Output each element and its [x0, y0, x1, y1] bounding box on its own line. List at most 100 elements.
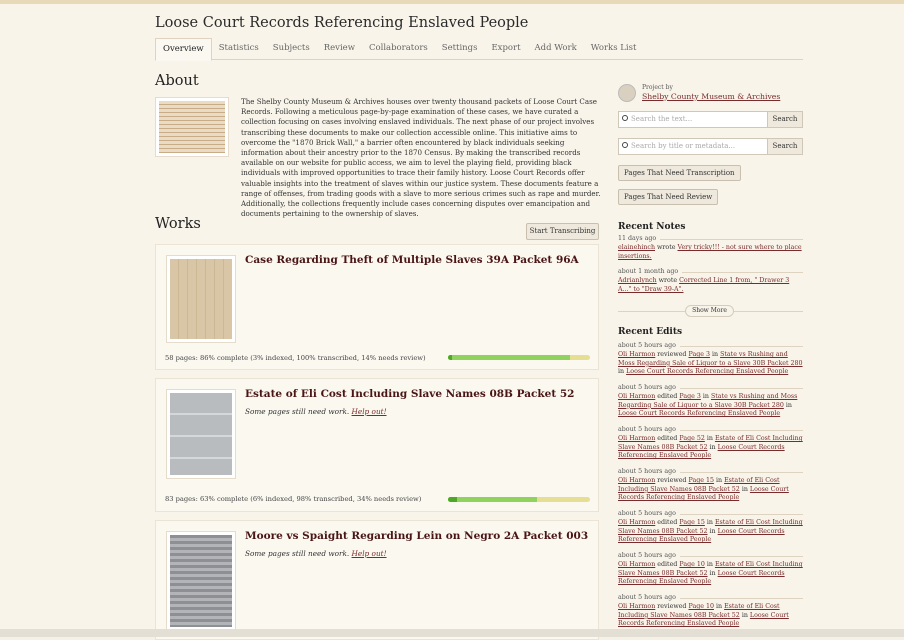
help-out-link[interactable]: Help out!: [352, 549, 387, 558]
edit-body: Oli Harmon edited Page 3 in State vs Rus…: [618, 393, 803, 418]
tab-collaborators[interactable]: Collaborators: [362, 38, 435, 60]
edit-page-link[interactable]: Page 10: [679, 561, 704, 568]
edit-user-link[interactable]: Oli Harmon: [618, 519, 655, 526]
pages-need-transcription-button[interactable]: Pages That Need Transcription: [618, 165, 741, 181]
progress-indexed: [448, 497, 457, 502]
note-entry: about 1 month ago Adrianlynch wrote Corre…: [618, 268, 803, 294]
page-title: Loose Court Records Referencing Enslaved…: [155, 15, 529, 31]
recent-notes-heading: Recent Notes: [618, 222, 686, 232]
edit-entry: about 5 hours ago Oli Harmon reviewed Pag…: [618, 594, 803, 629]
in-word: in: [741, 611, 748, 619]
tab-overview[interactable]: Overview: [155, 38, 212, 61]
search-metadata-input[interactable]: Search by title or metadata...: [618, 138, 768, 155]
search-icon: [622, 115, 628, 121]
status-text: Some pages still need work.: [245, 549, 350, 558]
note-time: about 1 month ago: [618, 268, 803, 276]
owner-avatar-icon: [618, 84, 636, 102]
work-thumbnail[interactable]: [166, 389, 236, 479]
edit-entry: about 5 hours ago Oli Harmon reviewed Pag…: [618, 342, 803, 377]
edit-verb: edited: [657, 393, 678, 401]
note-user-link[interactable]: Adrianlynch: [618, 277, 657, 284]
in-word: in: [702, 393, 709, 401]
work-status: Some pages still need work. Help out!: [245, 407, 387, 416]
search-text-form: Search the text... Search: [618, 111, 803, 128]
project-by-label: Project by: [642, 84, 673, 91]
work-card: Moore vs Spaight Regarding Lein on Negro…: [155, 520, 599, 640]
tab-review[interactable]: Review: [317, 38, 362, 60]
edit-entry: about 5 hours ago Oli Harmon edited Page …: [618, 552, 803, 587]
collection-image: [155, 97, 229, 157]
note-verb: wrote: [658, 277, 678, 285]
works-heading: Works: [155, 216, 201, 232]
in-word: in: [715, 603, 723, 611]
edit-entry: about 5 hours ago Oli Harmon edited Page …: [618, 510, 803, 545]
owner-link[interactable]: Shelby County Museum & Archives: [642, 92, 780, 101]
tab-add-work[interactable]: Add Work: [528, 38, 584, 60]
edit-body: Oli Harmon edited Page 52 in Estate of E…: [618, 435, 803, 460]
work-title[interactable]: Estate of Eli Cost Including Slave Names…: [245, 388, 574, 400]
show-more-button[interactable]: Show More: [685, 305, 734, 317]
edit-verb: edited: [657, 519, 678, 527]
work-thumbnail[interactable]: [166, 531, 236, 631]
edit-user-link[interactable]: Oli Harmon: [618, 477, 655, 484]
edit-page-link[interactable]: Page 3: [679, 393, 700, 400]
pages-need-review-button[interactable]: Pages That Need Review: [618, 189, 719, 205]
in-word: in: [706, 435, 713, 443]
edit-page-link[interactable]: Page 15: [679, 519, 704, 526]
edit-user-link[interactable]: Oli Harmon: [618, 435, 655, 442]
tab-statistics[interactable]: Statistics: [212, 38, 266, 60]
in-word: in: [706, 519, 713, 527]
edit-body: Oli Harmon edited Page 10 in Estate of E…: [618, 561, 803, 586]
edit-page-link[interactable]: Page 10: [688, 603, 713, 610]
edit-page-link[interactable]: Page 3: [688, 351, 709, 358]
search-text-button[interactable]: Search: [768, 111, 803, 128]
start-transcribing-button[interactable]: Start Transcribing: [526, 223, 599, 240]
note-time: 11 days ago: [618, 235, 803, 243]
recent-edits-heading: Recent Edits: [618, 327, 683, 337]
note-verb: wrote: [657, 244, 676, 252]
edit-verb: reviewed: [657, 477, 687, 485]
note-user-link[interactable]: elainehinch: [618, 244, 655, 251]
tab-subjects[interactable]: Subjects: [266, 38, 317, 60]
work-stats: 58 pages: 86% complete (3% indexed, 100%…: [165, 354, 426, 362]
edit-time: about 5 hours ago: [618, 510, 803, 518]
edit-time: about 5 hours ago: [618, 426, 803, 434]
in-word: in: [709, 527, 716, 535]
help-out-link[interactable]: Help out!: [352, 407, 387, 416]
tab-export[interactable]: Export: [484, 38, 527, 60]
edit-user-link[interactable]: Oli Harmon: [618, 561, 655, 568]
progress-indexed: [448, 355, 453, 360]
edit-time: about 5 hours ago: [618, 468, 803, 476]
edit-time: about 5 hours ago: [618, 594, 803, 602]
search-metadata-button[interactable]: Search: [768, 138, 803, 155]
edit-collection-link[interactable]: Loose Court Records Referencing Enslaved…: [626, 368, 788, 375]
tab-works-list[interactable]: Works List: [584, 38, 644, 60]
edit-verb: reviewed: [657, 351, 687, 359]
in-word: in: [785, 401, 792, 409]
progress-complete: [448, 355, 571, 360]
note-body: elainehinch wrote Very tricky!!! - not s…: [618, 244, 803, 261]
search-text-input[interactable]: Search the text...: [618, 111, 768, 128]
work-thumbnail[interactable]: [166, 255, 236, 343]
show-more: Show More: [618, 305, 803, 317]
tab-settings[interactable]: Settings: [435, 38, 485, 60]
note-entry: 11 days ago elainehinch wrote Very tricky…: [618, 235, 803, 261]
about-heading: About: [155, 73, 199, 89]
edit-user-link[interactable]: Oli Harmon: [618, 393, 655, 400]
in-word: in: [709, 443, 716, 451]
work-title[interactable]: Case Regarding Theft of Multiple Slaves …: [245, 254, 579, 266]
edit-user-link[interactable]: Oli Harmon: [618, 351, 655, 358]
work-stats: 83 pages: 63% complete (6% indexed, 98% …: [165, 495, 422, 503]
edit-page-link[interactable]: Page 52: [679, 435, 704, 442]
in-word: in: [711, 351, 719, 359]
edit-page-link[interactable]: Page 15: [688, 477, 713, 484]
work-progress-bar: [448, 355, 590, 360]
in-word: in: [741, 485, 748, 493]
status-text: Some pages still need work.: [245, 407, 350, 416]
edit-user-link[interactable]: Oli Harmon: [618, 603, 655, 610]
work-status: Some pages still need work. Help out!: [245, 549, 387, 558]
edit-time: about 5 hours ago: [618, 384, 803, 392]
work-title[interactable]: Moore vs Spaight Regarding Lein on Negro…: [245, 530, 588, 542]
edit-entry: about 5 hours ago Oli Harmon edited Page …: [618, 426, 803, 461]
edit-collection-link[interactable]: Loose Court Records Referencing Enslaved…: [618, 410, 780, 417]
